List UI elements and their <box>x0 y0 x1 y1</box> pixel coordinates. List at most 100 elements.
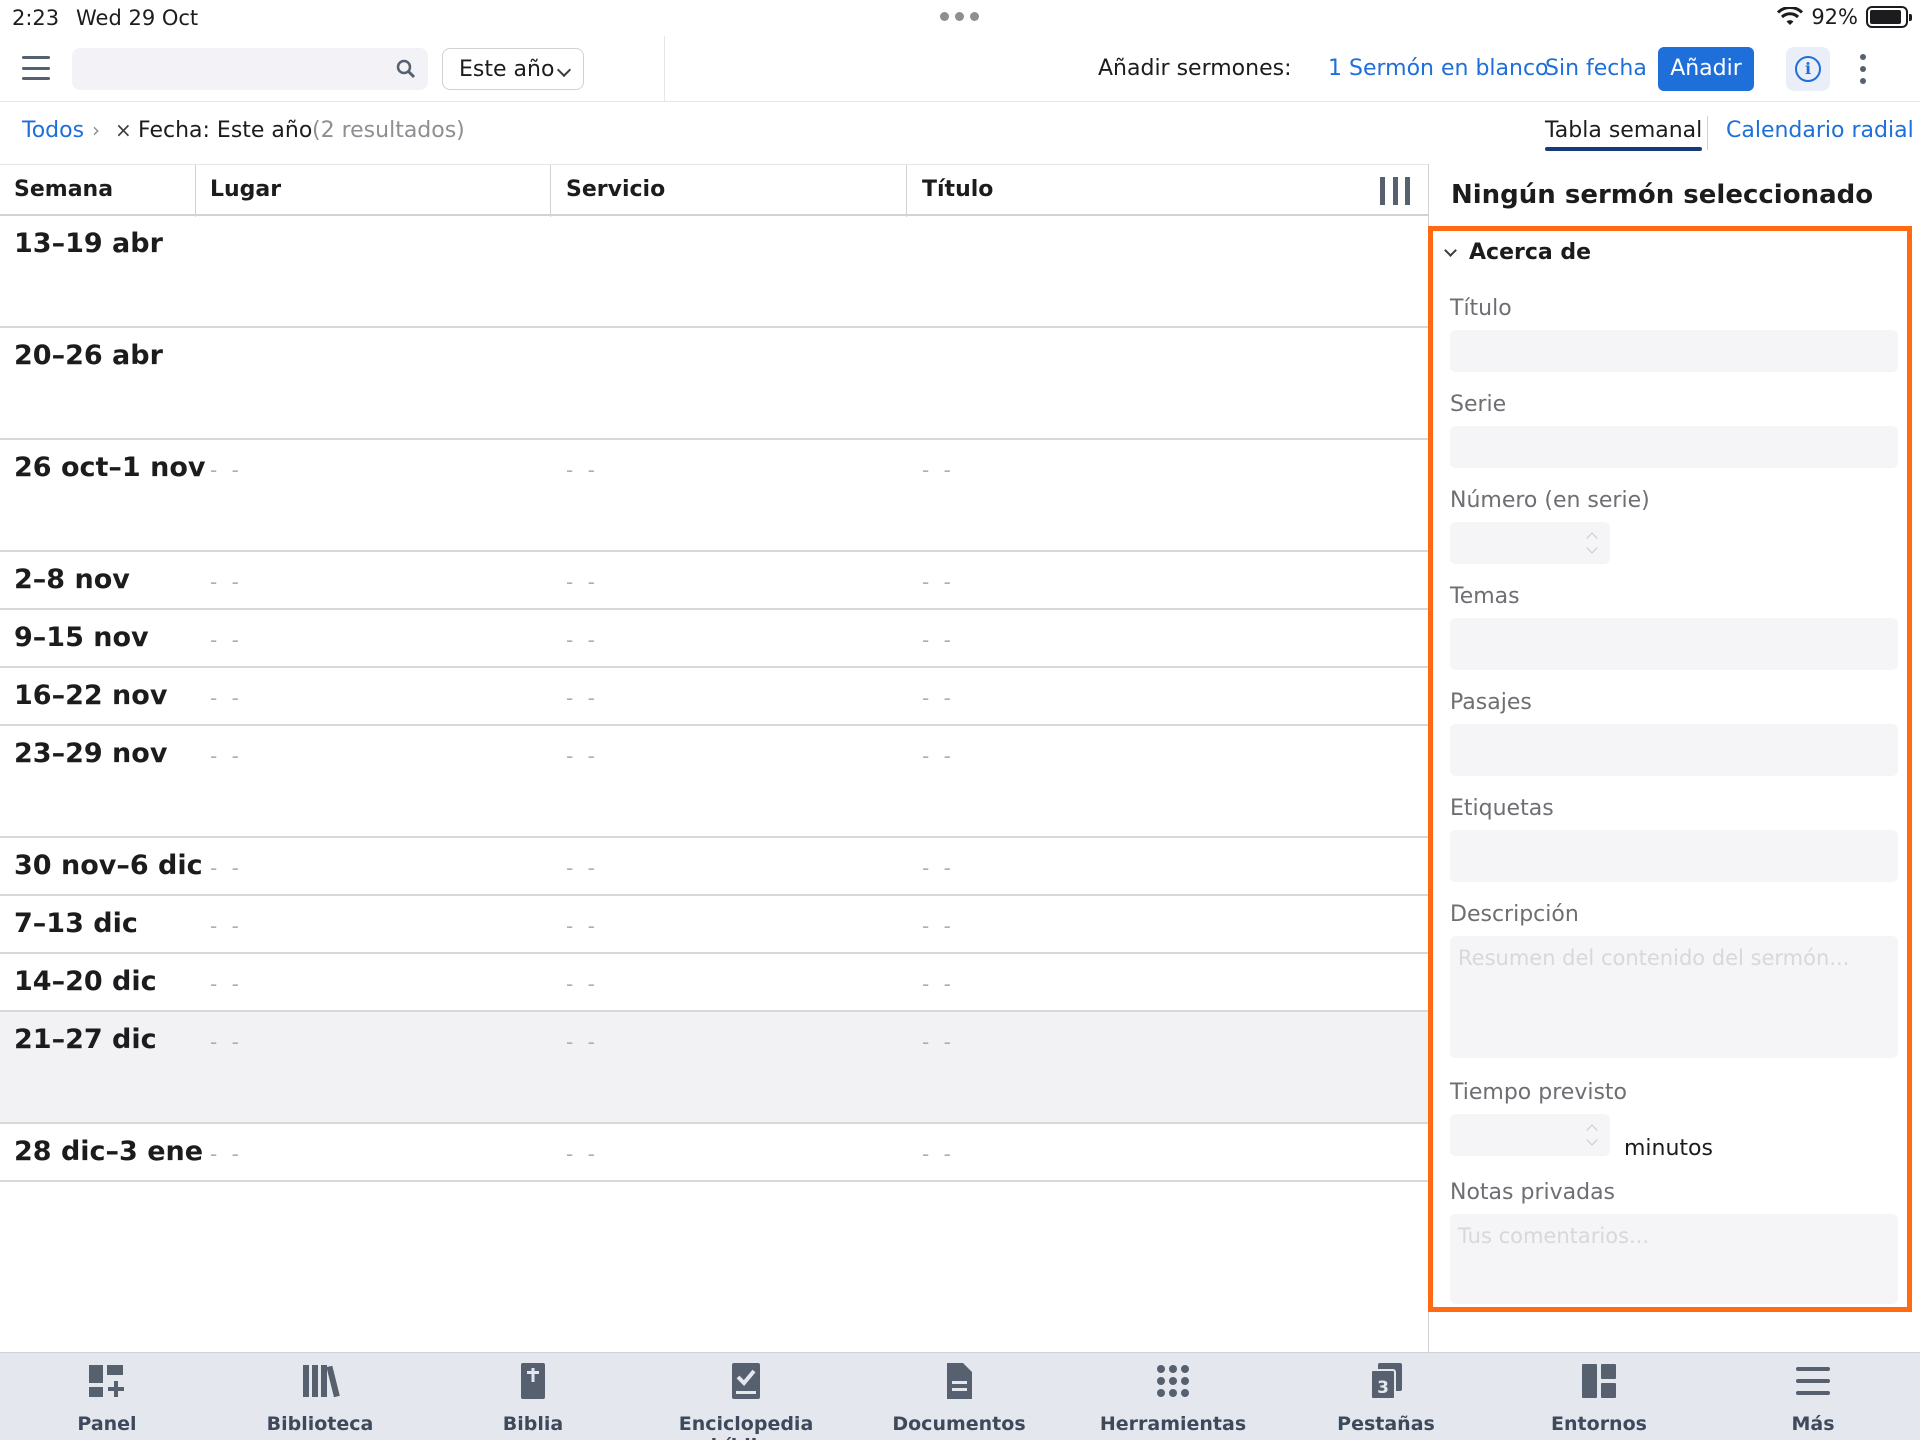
tab-tabs[interactable]: 3 Pestañas <box>1286 1361 1486 1435</box>
title-cell: - - <box>922 972 955 996</box>
add-button[interactable]: Añadir <box>1658 47 1754 91</box>
service-cell: - - <box>566 972 599 996</box>
toolbar-divider <box>664 36 665 102</box>
tab-label: Documentos <box>892 1413 1026 1435</box>
tab-tools[interactable]: Herramientas <box>1073 1361 1273 1435</box>
tab-radial-calendar[interactable]: Calendario radial <box>1726 118 1914 143</box>
table-row[interactable]: 23–29 nov - - - - - - <box>0 726 1428 838</box>
tab-label: Panel <box>77 1413 137 1435</box>
more-menu-icon <box>1796 1367 1830 1395</box>
tab-weekly-table[interactable]: Tabla semanal <box>1545 118 1703 151</box>
tab-library[interactable]: Biblioteca <box>220 1361 420 1435</box>
topics-field[interactable] <box>1450 618 1898 670</box>
table-row[interactable]: 16–22 nov - - - - - - <box>0 668 1428 726</box>
service-cell: - - <box>566 570 599 594</box>
add-undated-link[interactable]: Sin fecha <box>1545 56 1647 81</box>
table-row[interactable]: 30 nov–6 dic - - - - - - <box>0 838 1428 896</box>
tab-encyclopedia[interactable]: Enciclopedia bíblica <box>646 1361 846 1440</box>
stepper-down-icon[interactable] <box>1586 542 1598 554</box>
column-header-title[interactable]: Título <box>922 177 993 202</box>
add-sermons-label: Añadir sermones: <box>1098 56 1292 81</box>
service-cell: - - <box>566 744 599 768</box>
table-row[interactable]: 28 dic–3 ene - -- -- - <box>0 1124 1428 1182</box>
place-cell: - - <box>210 914 243 938</box>
tab-bible[interactable]: Biblia <box>433 1361 633 1435</box>
breadcrumb-all[interactable]: Todos <box>22 118 84 143</box>
passages-label: Pasajes <box>1450 690 1532 715</box>
hamburger-menu-icon[interactable] <box>22 56 50 80</box>
tab-layouts[interactable]: Entornos <box>1499 1361 1699 1435</box>
add-blank-sermon-link[interactable]: Sermón en blanco <box>1349 56 1549 81</box>
sermon-table: Semana Lugar Servicio Título 13–19 abr 20… <box>0 164 1428 1182</box>
topics-label: Temas <box>1450 584 1520 609</box>
series-field[interactable] <box>1450 426 1898 468</box>
tab-label: Pestañas <box>1337 1413 1435 1435</box>
table-row[interactable]: 21–27 dic - - - - - - <box>0 1012 1428 1124</box>
title-cell: - - <box>922 628 955 652</box>
tab-panel[interactable]: Panel <box>7 1361 207 1435</box>
column-divider[interactable] <box>550 165 551 217</box>
table-header: Semana Lugar Servicio Título <box>0 164 1428 217</box>
private-notes-field[interactable]: Tus comentarios... <box>1450 1214 1898 1304</box>
title-label: Título <box>1450 296 1512 321</box>
library-icon <box>303 1365 340 1398</box>
week-cell: 23–29 nov <box>14 738 168 769</box>
series-label: Serie <box>1450 392 1507 417</box>
passages-field[interactable] <box>1450 724 1898 776</box>
info-button[interactable]: i <box>1786 47 1830 91</box>
column-header-week[interactable]: Semana <box>14 177 113 202</box>
tab-label: Herramientas <box>1099 1413 1247 1435</box>
table-row[interactable]: 14–20 dic - - - - - - <box>0 954 1428 1012</box>
service-cell: - - <box>566 1030 599 1054</box>
status-time: 2:23 <box>12 6 60 30</box>
remove-filter-icon[interactable]: × <box>115 118 132 142</box>
table-body: 13–19 abr 20–26 abr 26 oct–1 nov - -- -- - 2… <box>0 216 1428 1182</box>
week-cell: 21–27 dic <box>14 1024 157 1055</box>
table-row[interactable]: 9–15 nov - - - - - - <box>0 610 1428 668</box>
tags-label: Etiquetas <box>1450 796 1554 821</box>
tab-documents[interactable]: Documentos <box>859 1361 1059 1435</box>
private-notes-placeholder: Tus comentarios... <box>1458 1224 1650 1248</box>
week-cell: 9–15 nov <box>14 622 149 653</box>
table-row[interactable]: 2–8 nov - - - - - - <box>0 552 1428 610</box>
expected-time-stepper[interactable] <box>1450 1114 1610 1156</box>
breadcrumb-chevron: › <box>92 118 100 142</box>
place-cell: - - <box>210 628 243 652</box>
title-cell: - - <box>922 458 955 482</box>
expected-time-label: Tiempo previsto <box>1450 1080 1627 1105</box>
column-divider[interactable] <box>195 165 196 217</box>
column-divider[interactable] <box>906 165 907 217</box>
place-cell: - - <box>210 972 243 996</box>
tabs-count-badge: 3 <box>1377 1378 1389 1398</box>
more-options-icon[interactable] <box>1858 54 1868 84</box>
status-date: Wed 29 Oct <box>76 6 199 30</box>
description-field[interactable]: Resumen del contenido del sermón... <box>1450 936 1898 1058</box>
place-cell: - - <box>210 1030 243 1054</box>
stepper-down-icon[interactable] <box>1586 1134 1598 1146</box>
tags-field[interactable] <box>1450 830 1898 882</box>
week-cell: 16–22 nov <box>14 680 168 711</box>
battery-icon <box>1866 6 1912 28</box>
toolbar: Este año Añadir sermones: 1 Sermón en bl… <box>0 36 1920 102</box>
tab-more[interactable]: Más <box>1713 1361 1913 1435</box>
bible-icon <box>521 1363 545 1399</box>
about-section-toggle[interactable]: Acerca de <box>1444 240 1591 265</box>
week-cell: 2–8 nov <box>14 564 130 595</box>
date-filter-dropdown[interactable]: Este año <box>442 48 584 90</box>
column-header-place[interactable]: Lugar <box>210 177 281 202</box>
table-row[interactable]: 7–13 dic - - - - - - <box>0 896 1428 954</box>
column-header-service[interactable]: Servicio <box>566 177 665 202</box>
add-count-link[interactable]: 1 <box>1328 56 1342 81</box>
table-row[interactable]: 20–26 abr <box>0 328 1428 440</box>
title-field[interactable] <box>1450 330 1898 372</box>
layouts-icon <box>1582 1364 1616 1398</box>
table-row[interactable]: 26 oct–1 nov - -- -- - <box>0 440 1428 552</box>
columns-icon[interactable] <box>1380 177 1410 205</box>
series-number-stepper[interactable] <box>1450 522 1610 564</box>
tab-label: Enciclopedia bíblica <box>678 1413 814 1440</box>
chevron-down-icon <box>1444 244 1457 257</box>
multitasking-dots-icon[interactable] <box>940 12 979 21</box>
search-input[interactable] <box>72 48 428 90</box>
table-row[interactable]: 13–19 abr <box>0 216 1428 328</box>
service-cell: - - <box>566 914 599 938</box>
